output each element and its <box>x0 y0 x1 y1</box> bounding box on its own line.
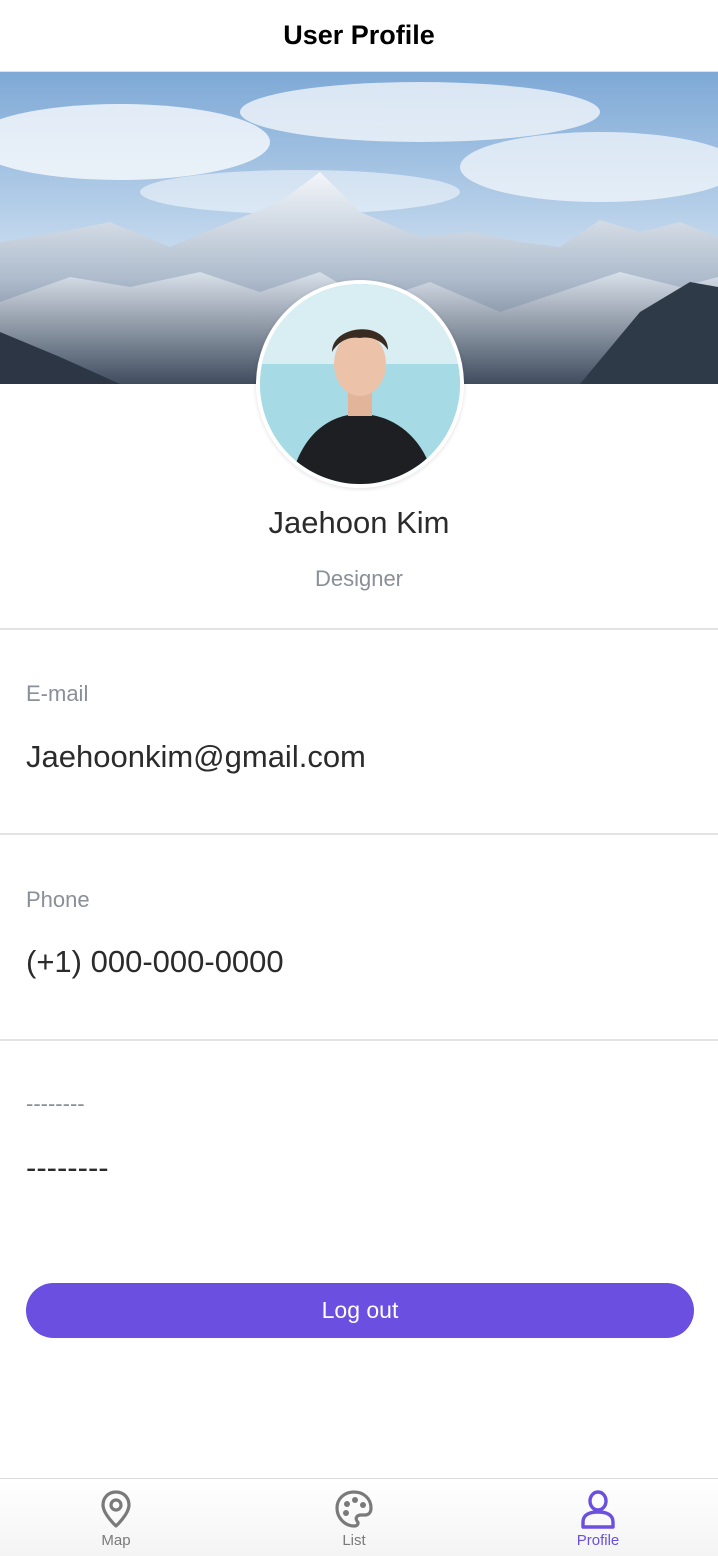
profile-screen: User Profile Jaehoon Kim Designer E-mail… <box>0 0 718 1556</box>
tab-list[interactable]: List <box>294 1479 414 1556</box>
tab-list-label: List <box>342 1532 366 1549</box>
email-value: Jaehoonkim@gmail.com <box>26 739 366 774</box>
placeholder-label: -------- <box>26 1091 85 1116</box>
phone-value: (+1) 000-000-0000 <box>26 944 284 979</box>
divider <box>0 1039 718 1041</box>
logout-button[interactable]: Log out <box>26 1283 694 1338</box>
map-pin-icon <box>101 1490 131 1528</box>
person-icon <box>581 1490 615 1529</box>
avatar <box>256 280 464 488</box>
profile-name: Jaehoon Kim <box>268 505 450 540</box>
divider <box>0 628 718 630</box>
tab-profile-label: Profile <box>576 1532 620 1549</box>
divider <box>0 833 718 835</box>
profile-role: Designer <box>314 566 404 591</box>
tab-bar: Map List Profile <box>0 1478 718 1556</box>
tab-profile[interactable]: Profile <box>538 1479 658 1556</box>
page-title: User Profile <box>283 20 435 50</box>
placeholder-value: -------- <box>26 1150 109 1185</box>
palette-icon <box>335 1490 373 1528</box>
email-label: E-mail <box>26 681 89 706</box>
tab-map[interactable]: Map <box>56 1479 176 1556</box>
phone-label: Phone <box>26 887 90 912</box>
tab-map-label: Map <box>101 1532 131 1549</box>
top-bar: User Profile <box>0 0 718 72</box>
